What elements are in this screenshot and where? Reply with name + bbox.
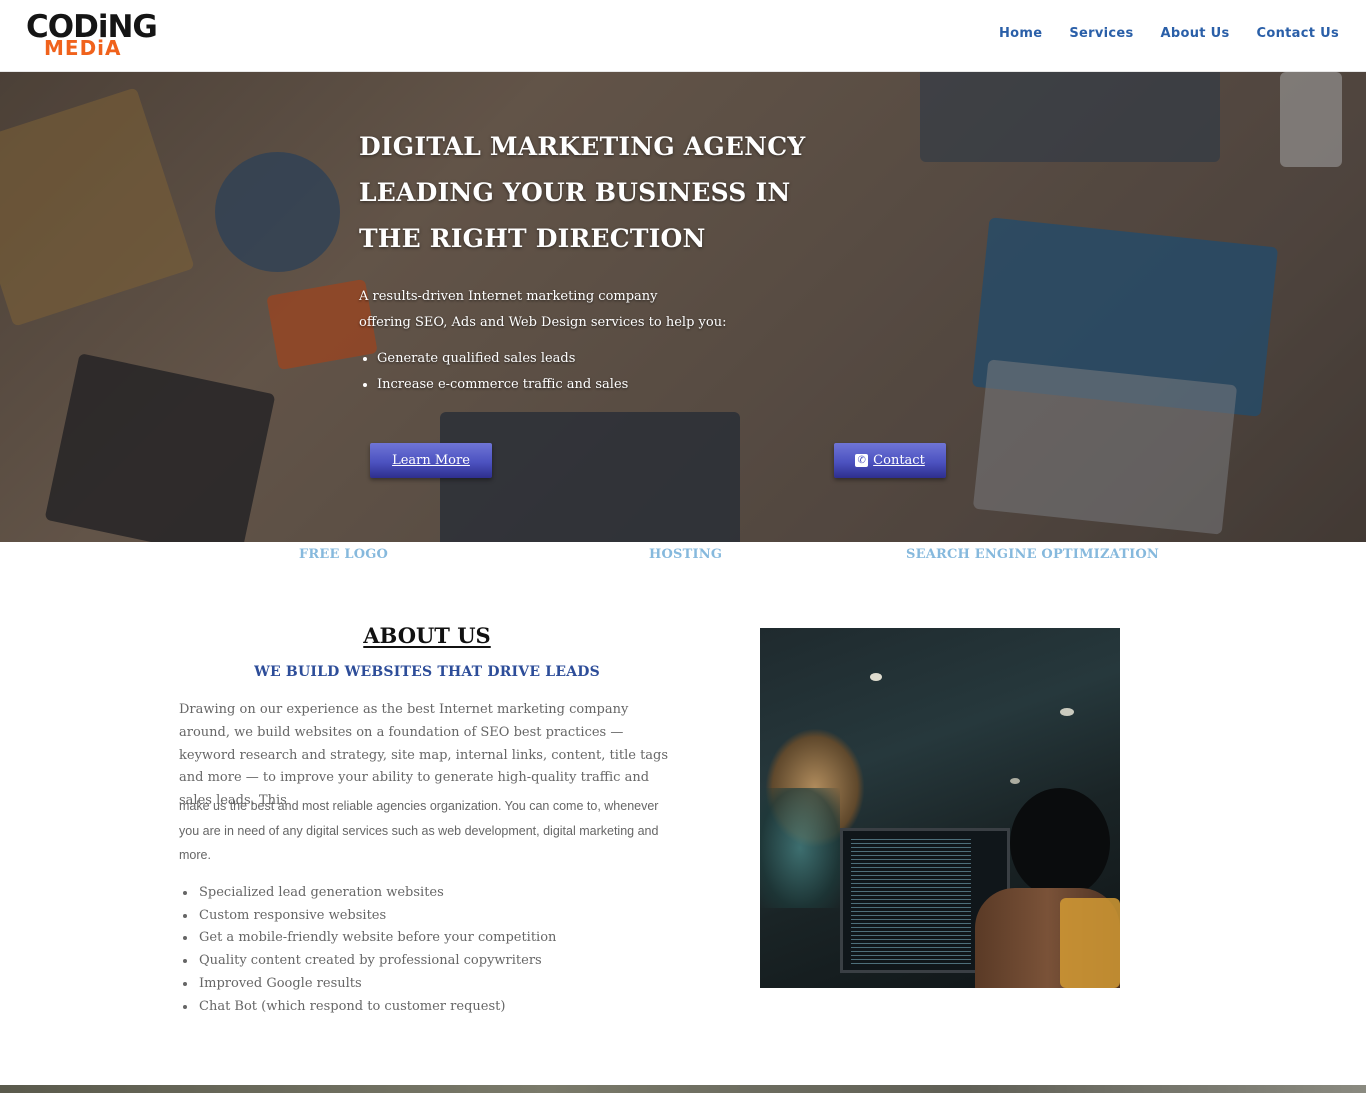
features-strip: FREE LOGO HOSTING SEARCH ENGINE OPTIMIZA… (0, 547, 1366, 567)
hero-bullet: Increase e-commerce traffic and sales (377, 372, 979, 398)
about-bullet: Quality content created by professional … (197, 950, 556, 973)
nav-services[interactable]: Services (1069, 26, 1133, 41)
about-bullet: Chat Bot (which respond to customer requ… (197, 996, 556, 1019)
hero-title-line: THE RIGHT DIRECTION (359, 224, 706, 253)
hero-content: DIGITAL MARKETING AGENCY LEADING YOUR BU… (359, 124, 979, 398)
nav-home[interactable]: Home (999, 26, 1042, 41)
hero-text-line: offering SEO, Ads and Web Design service… (359, 315, 727, 330)
logo-line-2: MEDiA (44, 36, 122, 60)
learn-more-button[interactable]: Learn More (370, 443, 492, 478)
hero-title: DIGITAL MARKETING AGENCY LEADING YOUR BU… (359, 124, 979, 262)
about-bullet: Get a mobile-friendly website before you… (197, 927, 556, 950)
hero-bullet-list: Generate qualified sales leads Increase … (377, 346, 979, 398)
light-bokeh-decoration (1010, 778, 1020, 784)
hero-text-line: A results-driven Internet marketing comp… (359, 289, 658, 304)
coding-media-logo[interactable]: CODiNG MEDiA (26, 10, 181, 60)
about-bullet: Improved Google results (197, 973, 556, 996)
learn-more-label: Learn More (392, 453, 470, 468)
hero-bullet: Generate qualified sales leads (377, 346, 979, 372)
chair-decoration (1060, 898, 1120, 988)
light-bokeh-decoration (1060, 708, 1074, 716)
about-bullet-list: Specialized lead generation websites Cus… (197, 882, 556, 1018)
hero-title-line: DIGITAL MARKETING AGENCY (359, 132, 806, 161)
contact-label: Contact (873, 453, 925, 468)
about-title-text: ABOUT US (363, 623, 491, 648)
nav-contact-us[interactable]: Contact Us (1257, 26, 1339, 41)
about-subtitle: WE BUILD WEBSITES THAT DRIVE LEADS (254, 664, 600, 680)
hero-description: A results-driven Internet marketing comp… (359, 284, 979, 336)
phone-icon: ✆ (855, 454, 869, 467)
site-header: CODiNG MEDiA Home Services About Us Cont… (0, 0, 1366, 72)
feature-hosting[interactable]: HOSTING (649, 547, 722, 562)
code-lines-decoration (851, 839, 971, 964)
nav-about-us[interactable]: About Us (1161, 26, 1230, 41)
about-bullet: Specialized lead generation websites (197, 882, 556, 905)
main-nav: Home Services About Us Contact Us (999, 26, 1339, 41)
feature-seo[interactable]: SEARCH ENGINE OPTIMIZATION (906, 547, 1159, 562)
contact-button[interactable]: ✆ Contact (834, 443, 946, 478)
about-bullet: Custom responsive websites (197, 905, 556, 928)
about-title: ABOUT US (179, 623, 675, 648)
feature-free-logo[interactable]: FREE LOGO (299, 547, 388, 562)
about-paragraph-2: make us the best and most reliable agenc… (179, 799, 659, 862)
person-head-decoration (1010, 788, 1110, 898)
hero-title-line: LEADING YOUR BUSINESS IN (359, 178, 791, 207)
hero-section: DIGITAL MARKETING AGENCY LEADING YOUR BU… (0, 72, 1366, 542)
light-bokeh-decoration (870, 673, 882, 681)
developer-photo (760, 628, 1120, 988)
next-section-edge (0, 1085, 1366, 1093)
plant-decoration (760, 788, 840, 908)
